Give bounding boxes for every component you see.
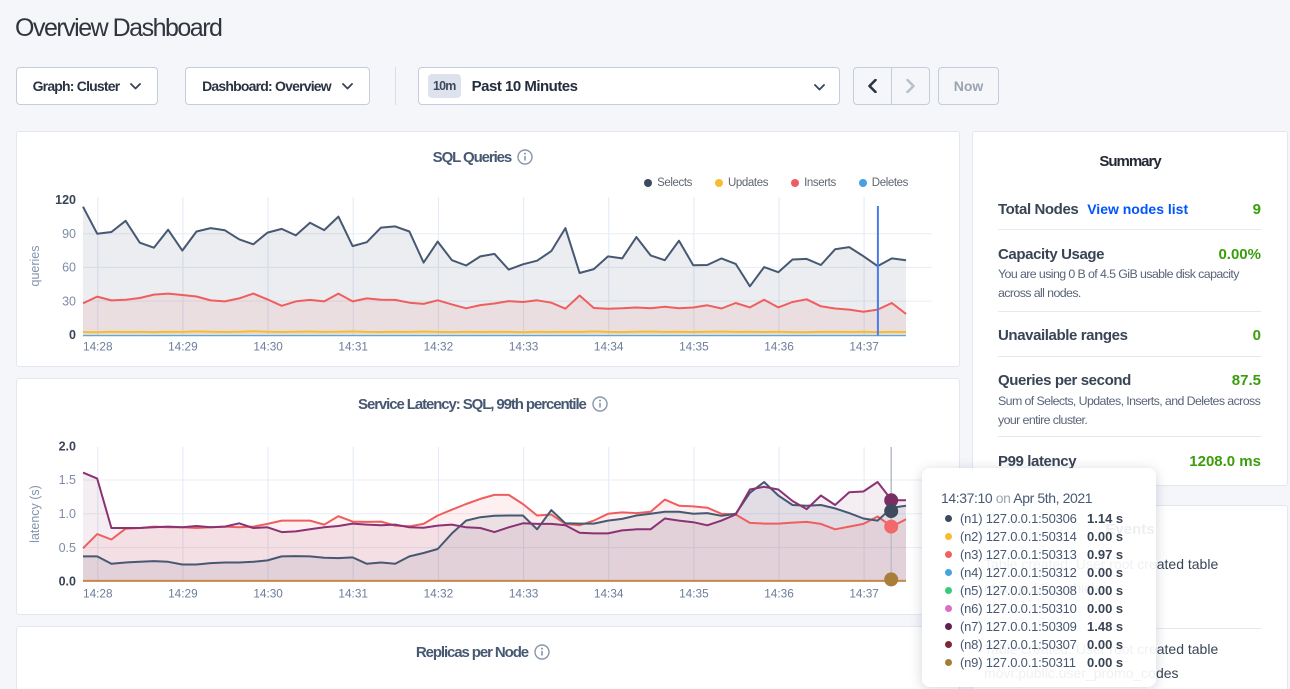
svg-text:1.5: 1.5 xyxy=(59,473,76,487)
svg-text:14:37: 14:37 xyxy=(849,587,879,601)
svg-text:14:36: 14:36 xyxy=(764,587,794,601)
svg-text:2.0: 2.0 xyxy=(59,439,76,453)
svg-text:0.0: 0.0 xyxy=(59,575,76,589)
svg-text:0.5: 0.5 xyxy=(59,541,76,555)
svg-text:14:35: 14:35 xyxy=(679,587,709,601)
svg-text:14:33: 14:33 xyxy=(509,587,539,601)
svg-text:14:28: 14:28 xyxy=(83,587,113,601)
svg-text:latency (s): latency (s) xyxy=(28,485,42,543)
svg-text:14:29: 14:29 xyxy=(168,587,198,601)
svg-text:14:33: 14:33 xyxy=(509,340,539,354)
svg-text:14:35: 14:35 xyxy=(679,340,709,354)
svg-text:14:30: 14:30 xyxy=(253,587,283,601)
svg-text:90: 90 xyxy=(62,227,76,241)
svg-text:14:31: 14:31 xyxy=(338,340,368,354)
svg-text:14:34: 14:34 xyxy=(594,340,624,354)
svg-text:1.0: 1.0 xyxy=(59,507,76,521)
svg-text:14:34: 14:34 xyxy=(594,587,624,601)
svg-text:60: 60 xyxy=(62,261,76,275)
svg-text:14:36: 14:36 xyxy=(764,340,794,354)
svg-text:14:30: 14:30 xyxy=(253,340,283,354)
svg-text:14:32: 14:32 xyxy=(424,340,454,354)
svg-text:queries: queries xyxy=(28,246,42,287)
svg-text:14:31: 14:31 xyxy=(338,587,368,601)
svg-text:14:37: 14:37 xyxy=(849,340,879,354)
svg-text:30: 30 xyxy=(62,294,76,308)
svg-text:14:28: 14:28 xyxy=(83,340,113,354)
svg-text:14:29: 14:29 xyxy=(168,340,198,354)
svg-text:120: 120 xyxy=(55,193,76,207)
svg-text:14:32: 14:32 xyxy=(424,587,454,601)
svg-text:0: 0 xyxy=(69,328,76,342)
